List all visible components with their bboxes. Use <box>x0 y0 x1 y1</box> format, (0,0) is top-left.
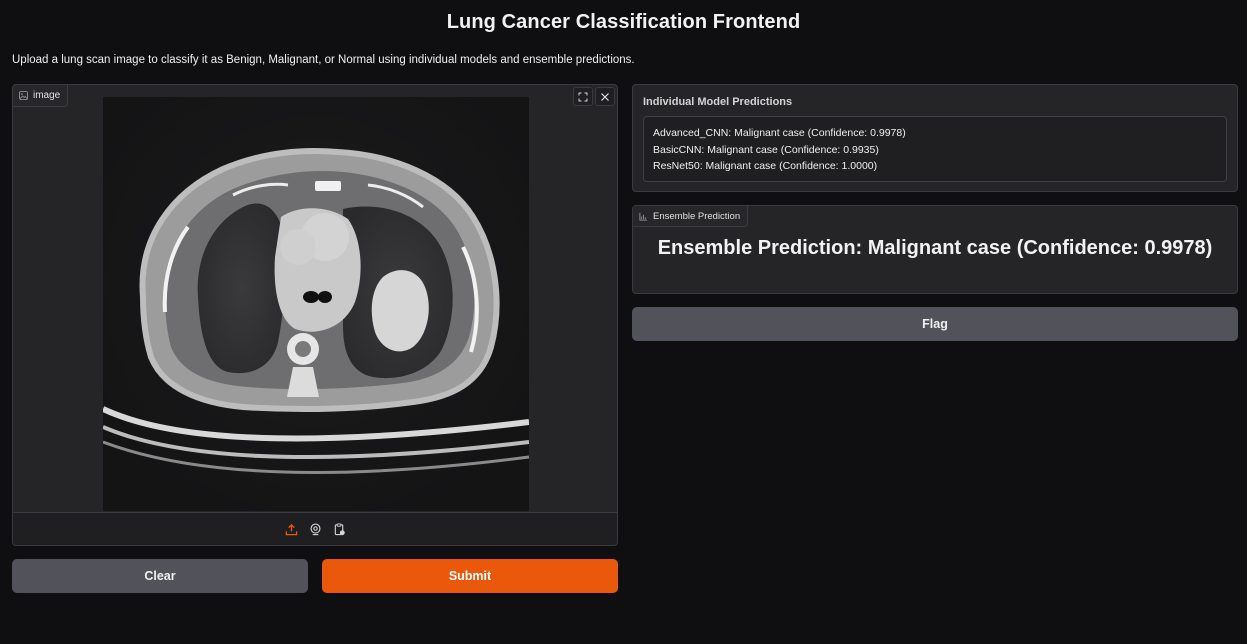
lung-scan-image <box>103 97 529 511</box>
clipboard-button[interactable] <box>332 522 346 536</box>
bar-chart-icon <box>639 212 648 221</box>
image-input-panel[interactable]: image <box>12 84 618 546</box>
webcam-button[interactable] <box>308 522 322 536</box>
webcam-icon <box>309 523 321 535</box>
image-input-label: image <box>13 85 69 107</box>
clipboard-icon <box>334 522 345 535</box>
individual-predictions-title: Individual Model Predictions <box>643 96 793 108</box>
ensemble-prediction-text: Ensemble Prediction: Malignant case (Con… <box>657 237 1213 259</box>
close-icon <box>601 92 609 101</box>
clear-button[interactable]: Clear <box>12 559 308 593</box>
ensemble-prediction-panel: Ensemble Prediction Ensemble Prediction:… <box>632 205 1238 294</box>
ensemble-prediction-label: Ensemble Prediction <box>633 206 749 227</box>
prediction-basic-cnn: BasicCNN: Malignant case (Confidence: 0.… <box>653 143 879 156</box>
page-title: Lung Cancer Classification Frontend <box>446 11 801 33</box>
flag-button[interactable]: Flag <box>632 307 1238 341</box>
clear-image-button[interactable] <box>595 87 615 106</box>
ensemble-label-text: Ensemble Prediction <box>653 210 741 222</box>
prediction-advanced-cnn: Advanced_CNN: Malignant case (Confidence… <box>653 127 906 139</box>
image-source-toolbar <box>13 512 617 545</box>
fullscreen-icon <box>578 92 588 101</box>
fullscreen-button[interactable] <box>573 87 593 106</box>
upload-icon <box>285 523 297 535</box>
page-description: Upload a lung scan image to classify it … <box>12 54 635 66</box>
individual-predictions-panel: Individual Model Predictions Advanced_CN… <box>632 84 1238 192</box>
image-label-text: image <box>33 90 61 101</box>
upload-button[interactable] <box>284 522 298 536</box>
individual-predictions-output[interactable]: Advanced_CNN: Malignant case (Confidence… <box>643 116 1227 182</box>
prediction-resnet50: ResNet50: Malignant case (Confidence: 1.… <box>653 160 878 172</box>
submit-button[interactable]: Submit <box>322 559 618 593</box>
image-icon <box>19 91 28 100</box>
